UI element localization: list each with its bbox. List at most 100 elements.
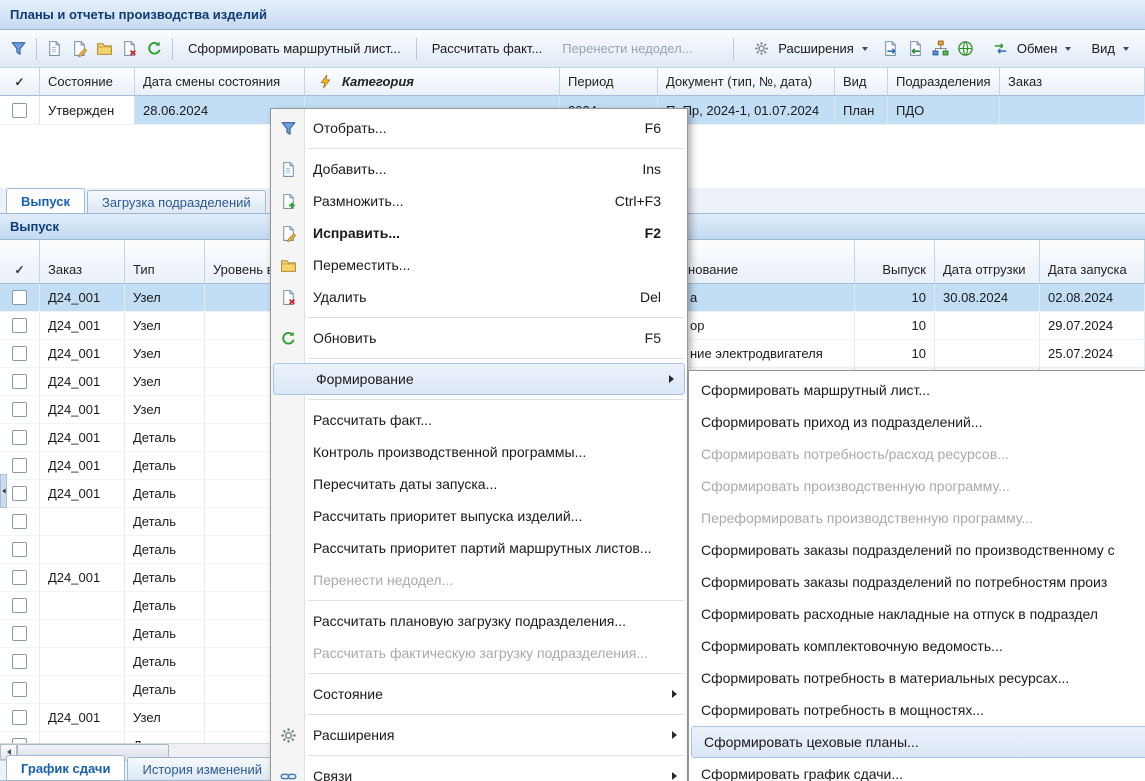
row-checkbox[interactable] (12, 682, 27, 697)
menu-item[interactable]: Обновить F5 (271, 322, 687, 354)
menu-item[interactable]: Удалить Del (271, 281, 687, 313)
menu-item[interactable]: Перенести недодел... (271, 564, 687, 596)
web-icon[interactable] (953, 37, 978, 61)
splitter-collapse-handle[interactable] (0, 474, 7, 508)
cell-type: Узел (125, 340, 205, 367)
column-header-output[interactable]: Выпуск (855, 240, 935, 284)
toolbar-separator (36, 38, 37, 60)
menu-item[interactable]: Рассчитать фактическую загрузку подразде… (271, 637, 687, 669)
column-header-kind[interactable]: Вид (835, 68, 888, 96)
menu-item[interactable]: Формирование (273, 363, 685, 395)
menu-item[interactable]: Сформировать производственную программу.… (689, 470, 1145, 502)
select-all-header[interactable] (0, 68, 40, 96)
hierarchy-icon[interactable] (928, 37, 953, 61)
row-checkbox[interactable] (12, 430, 27, 445)
column-header-type[interactable]: Тип (125, 240, 205, 284)
menu-item[interactable]: Сформировать расходные накладные на отпу… (689, 598, 1145, 630)
cell-order: Д24_001 (40, 368, 125, 395)
menu-item[interactable]: Исправить... F2 (271, 217, 687, 249)
menu-item[interactable]: Контроль производственной программы... (271, 436, 687, 468)
edit-icon[interactable] (67, 37, 92, 61)
row-checkbox[interactable] (12, 626, 27, 641)
column-header-launch-date[interactable]: Дата запуска (1040, 240, 1145, 284)
menu-item[interactable]: Сформировать потребность/расход ресурсов… (689, 438, 1145, 470)
menu-item[interactable]: Связи (271, 760, 687, 781)
column-header-ship-date[interactable]: Дата отгрузки (935, 240, 1040, 284)
menu-item[interactable]: Переформировать производственную програм… (689, 502, 1145, 534)
menu-item[interactable]: Отобрать... F6 (271, 112, 687, 144)
column-header-state[interactable]: Состояние (40, 68, 135, 96)
menu-item[interactable]: Сформировать цеховые планы... (691, 726, 1145, 758)
menu-item[interactable]: Сформировать потребность в материальных … (689, 662, 1145, 694)
move-icon[interactable] (92, 37, 117, 61)
calc-fact-button[interactable]: Рассчитать факт... (422, 36, 553, 61)
view-button[interactable]: Вид (1081, 36, 1139, 61)
column-header-order[interactable]: Заказ (40, 240, 125, 284)
menu-item[interactable]: Сформировать заказы подразделений по пот… (689, 566, 1145, 598)
row-checkbox[interactable] (12, 486, 27, 501)
row-checkbox[interactable] (12, 654, 27, 669)
select-all-header[interactable] (0, 240, 40, 284)
chevron-down-icon (862, 47, 868, 51)
menu-item[interactable]: Сформировать заказы подразделений по про… (689, 534, 1145, 566)
menu-item-icon (276, 474, 300, 494)
menu-item[interactable]: Состояние (271, 678, 687, 710)
cell-output: 10 (855, 312, 935, 339)
menu-item[interactable]: Переместить... (271, 249, 687, 281)
menu-item[interactable]: Сформировать комплектовочную ведомость..… (689, 630, 1145, 662)
row-checkbox[interactable] (12, 458, 27, 473)
menu-item[interactable]: Сформировать приход из подразделений... (689, 406, 1145, 438)
row-checkbox[interactable] (12, 374, 27, 389)
cell-checkbox (0, 96, 40, 124)
menu-item[interactable]: Рассчитать плановую загрузку подразделен… (271, 605, 687, 637)
import-icon[interactable] (903, 37, 928, 61)
column-header-document[interactable]: Документ (тип, №, дата) (658, 68, 835, 96)
generate-route-sheet-button[interactable]: Сформировать маршрутный лист... (178, 36, 411, 61)
menu-item[interactable]: Рассчитать приоритет выпуска изделий... (271, 500, 687, 532)
tab[interactable]: График сдачи (6, 755, 125, 780)
row-checkbox[interactable] (12, 290, 27, 305)
menu-item[interactable]: Рассчитать приоритет партий маршрутных л… (271, 532, 687, 564)
cell-checkbox (0, 312, 40, 339)
column-header-category[interactable]: Категория (305, 68, 560, 96)
row-checkbox[interactable] (12, 318, 27, 333)
refresh-icon[interactable] (142, 37, 167, 61)
carry-unfinished-button: Перенести недодел... (552, 36, 702, 61)
menu-item[interactable]: Добавить... Ins (271, 153, 687, 185)
tab[interactable]: Загрузка подразделений (87, 190, 266, 213)
column-header-period[interactable]: Период (560, 68, 658, 96)
column-header-state-date[interactable]: Дата смены состояния (135, 68, 305, 96)
menu-item-shortcut: Ins (642, 161, 661, 177)
filter-icon[interactable] (6, 37, 31, 61)
cell-ship-date (935, 340, 1040, 367)
menu-item[interactable]: Рассчитать факт... (271, 404, 687, 436)
row-checkbox[interactable] (12, 402, 27, 417)
export-icon[interactable] (878, 37, 903, 61)
column-header-order[interactable]: Заказ (1000, 68, 1145, 96)
row-checkbox[interactable] (12, 570, 27, 585)
row-checkbox[interactable] (12, 103, 27, 118)
tab[interactable]: Выпуск (6, 188, 85, 213)
menu-separator (271, 354, 687, 363)
row-checkbox[interactable] (12, 710, 27, 725)
cell-checkbox (0, 340, 40, 367)
row-checkbox[interactable] (12, 598, 27, 613)
cell-order: Д24_001 (40, 480, 125, 507)
column-header-departments[interactable]: Подразделения (888, 68, 1000, 96)
exchange-button[interactable]: Обмен (978, 32, 1082, 66)
menu-item[interactable]: Размножить... Ctrl+F3 (271, 185, 687, 217)
tab[interactable]: История изменений (127, 757, 277, 780)
row-checkbox[interactable] (12, 346, 27, 361)
menu-item[interactable]: Расширения (271, 719, 687, 751)
extensions-button[interactable]: Расширения (739, 32, 878, 66)
menu-item[interactable]: Пересчитать даты запуска... (271, 468, 687, 500)
row-checkbox[interactable] (12, 542, 27, 557)
cell-ship-date (935, 312, 1040, 339)
menu-separator (271, 395, 687, 404)
menu-item[interactable]: Сформировать маршрутный лист... (689, 374, 1145, 406)
menu-item[interactable]: Сформировать график сдачи... (689, 758, 1145, 781)
delete-icon[interactable] (117, 37, 142, 61)
menu-item[interactable]: Сформировать потребность в мощностях... (689, 694, 1145, 726)
row-checkbox[interactable] (12, 514, 27, 529)
add-icon[interactable] (42, 37, 67, 61)
